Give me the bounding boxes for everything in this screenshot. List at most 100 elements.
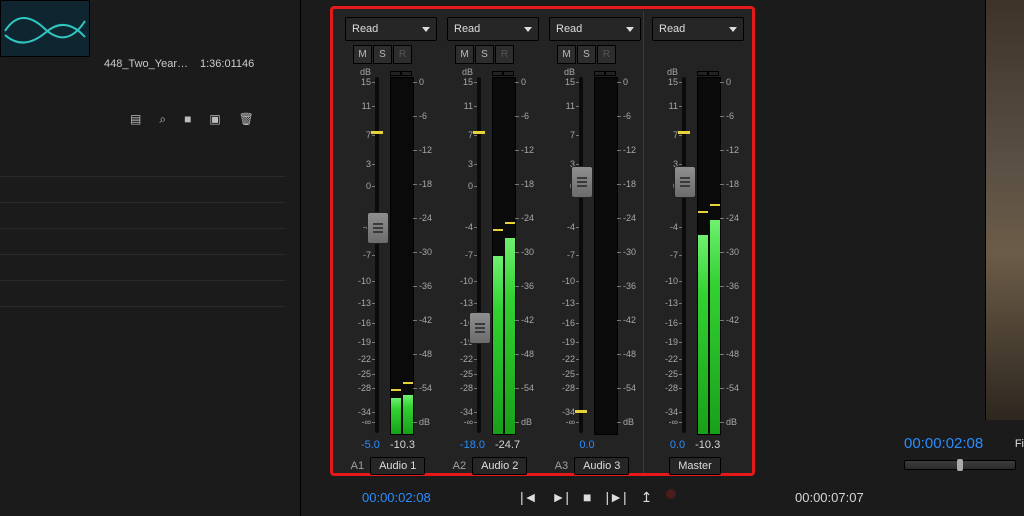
solo-button[interactable]: S — [475, 45, 494, 64]
source-timecode[interactable]: 00:00:02:08 — [904, 435, 1024, 452]
source-monitor-edge — [985, 0, 1024, 420]
go-to-in-icon[interactable]: |◄ — [520, 489, 538, 506]
clip-name: 448_Two_Years_... — [104, 58, 192, 70]
fader-groove — [682, 77, 686, 433]
automation-mode-dropdown[interactable]: Read — [447, 17, 539, 41]
clip-duration-2: 1:36:01146 — [200, 58, 280, 70]
export-icon[interactable]: ↥ — [641, 489, 653, 506]
list-row[interactable] — [0, 150, 285, 177]
playhead-timecode[interactable]: 00:00:02:08 — [362, 490, 431, 505]
volume-fader[interactable] — [469, 312, 491, 344]
meter-scale: 0-6-12-18-24-30-36-42-48-54dB — [515, 77, 537, 433]
mixer-track-A1: ReadMSRdB1511730-4-7-10-13-16-19-22-25-2… — [337, 11, 439, 473]
track-name-field[interactable]: Audio 1 — [370, 457, 425, 475]
panel-divider — [300, 0, 301, 516]
level-readout: 0.0 — [541, 439, 643, 451]
track-label-row: A1Audio 1 — [337, 457, 439, 475]
peak-db-value: -10.3 — [695, 439, 720, 451]
gain-value[interactable]: -18.0 — [460, 439, 485, 451]
gain-value[interactable]: 0.0 — [579, 439, 594, 451]
solo-button[interactable]: S — [577, 45, 596, 64]
track-index: A2 — [453, 460, 466, 472]
fader-scale: dB1511730-4-7-10-13-16-19-22-25-28-34-∞ — [347, 77, 371, 433]
fit-dropdown[interactable]: Fi — [1015, 438, 1024, 450]
chevron-down-icon — [626, 27, 634, 32]
fader-peak-marker — [473, 131, 485, 134]
fader-peak-marker — [678, 131, 690, 134]
msr-group: MSR — [455, 45, 514, 64]
go-to-out-icon[interactable]: ►| — [552, 489, 570, 506]
level-readout: 0.0 -10.3 — [644, 439, 746, 451]
project-panel: 7:07 448_Two_Years_... 1:36:01146 ▤ ⌕ ■ … — [0, 0, 285, 516]
automation-mode-dropdown[interactable]: Read — [652, 17, 744, 41]
level-meter — [594, 77, 618, 435]
solo-button[interactable]: S — [373, 45, 392, 64]
track-label-row: Master — [644, 457, 746, 475]
mute-button[interactable]: M — [353, 45, 372, 64]
mixer-track-A3: Read MSRdB1511730-4-7-10-13-16-19-22-25-2… — [541, 11, 643, 473]
mute-button[interactable]: M — [557, 45, 576, 64]
level-meter — [492, 77, 516, 435]
new-item-icon[interactable]: ▣ — [209, 112, 220, 127]
list-row[interactable] — [0, 228, 285, 255]
chevron-down-icon — [524, 27, 532, 32]
record-enable-button[interactable]: R — [495, 45, 514, 64]
clip-indicator[interactable] — [492, 71, 514, 76]
chevron-down-icon — [729, 27, 737, 32]
channel-strip: dB1511730-4-7-10-13-16-19-22-25-28-34-∞ 0… — [439, 71, 541, 439]
fader-scale: dB1511730-4-7-10-13-16-19-22-25-28-34-∞ — [654, 77, 678, 433]
bin-toolbar: ▤ ⌕ ■ ▣ 🗑 — [130, 112, 254, 127]
clip-thumbnail-2[interactable] — [0, 0, 90, 57]
fader-peak-marker — [575, 410, 587, 413]
track-name-field[interactable]: Audio 2 — [472, 457, 527, 475]
track-index: A3 — [555, 460, 568, 472]
out-timecode: 00:00:07:07 — [795, 490, 864, 505]
level-readout: -18.0-24.7 — [439, 439, 541, 451]
list-row[interactable] — [0, 176, 285, 203]
trash-icon[interactable]: 🗑 — [239, 112, 254, 127]
volume-fader[interactable] — [571, 166, 593, 198]
search-icon[interactable]: ⌕ — [159, 112, 166, 127]
meter-scale: 0-6-12-18-24-30-36-42-48-54dB — [617, 77, 639, 433]
track-name-field[interactable]: Master — [669, 457, 721, 475]
fader-scale: dB1511730-4-7-10-13-16-19-22-25-28-34-∞ — [449, 77, 473, 433]
record-enable-button[interactable]: R — [597, 45, 616, 64]
stop-icon[interactable]: ■ — [583, 489, 591, 506]
meter-scale: 0-6-12-18-24-30-36-42-48-54dB — [413, 77, 435, 433]
gain-value[interactable]: -5.0 — [361, 439, 380, 451]
chevron-down-icon — [422, 27, 430, 32]
source-timecode-panel: 00:00:02:08 — [904, 435, 1024, 470]
step-forward-icon[interactable]: |►| — [605, 489, 626, 506]
peak-db-value: -10.3 — [390, 439, 415, 451]
audio-track-mixer: ReadMSRdB1511730-4-7-10-13-16-19-22-25-2… — [330, 6, 755, 476]
list-view-icon[interactable]: ▤ — [130, 112, 141, 127]
gain-value[interactable]: 0.0 — [670, 439, 685, 451]
level-meter — [697, 77, 721, 435]
fader-scale: dB1511730-4-7-10-13-16-19-22-25-28-34-∞ — [551, 77, 575, 433]
msr-group: MSR — [353, 45, 412, 64]
transport-controls: |◄ ►| ■ |►| ↥ — [520, 489, 676, 506]
shuttle-slider[interactable] — [904, 460, 1016, 470]
automation-mode-dropdown[interactable]: Read — [345, 17, 437, 41]
list-row[interactable] — [0, 280, 285, 307]
mute-button[interactable]: M — [455, 45, 474, 64]
volume-fader[interactable] — [674, 166, 696, 198]
track-label-row: A2 Audio 2 — [439, 457, 541, 475]
volume-fader[interactable] — [367, 212, 389, 244]
fader-groove — [375, 77, 379, 433]
list-row[interactable] — [0, 202, 285, 229]
fader-peak-marker — [371, 131, 383, 134]
track-name-field[interactable]: Audio 3 — [574, 457, 629, 475]
record-icon[interactable] — [666, 489, 676, 499]
record-enable-button[interactable]: R — [393, 45, 412, 64]
list-row[interactable] — [0, 254, 285, 281]
channel-strip: dB1511730-4-7-10-13-16-19-22-25-28-34-∞ 0… — [541, 71, 643, 439]
channel-strip: dB1511730-4-7-10-13-16-19-22-25-28-34-∞ 0… — [644, 71, 746, 439]
clip-indicator[interactable] — [697, 71, 719, 76]
timeline-bar: 00:00:02:08 |◄ ►| ■ |►| ↥ 00:00:07:07 — [330, 484, 930, 510]
new-bin-icon[interactable]: ■ — [184, 112, 191, 127]
clip-indicator[interactable] — [594, 71, 616, 76]
automation-mode-dropdown[interactable]: Read — [549, 17, 641, 41]
clip-indicator[interactable] — [390, 71, 412, 76]
meter-scale: 0-6-12-18-24-30-36-42-48-54dB — [720, 77, 742, 433]
